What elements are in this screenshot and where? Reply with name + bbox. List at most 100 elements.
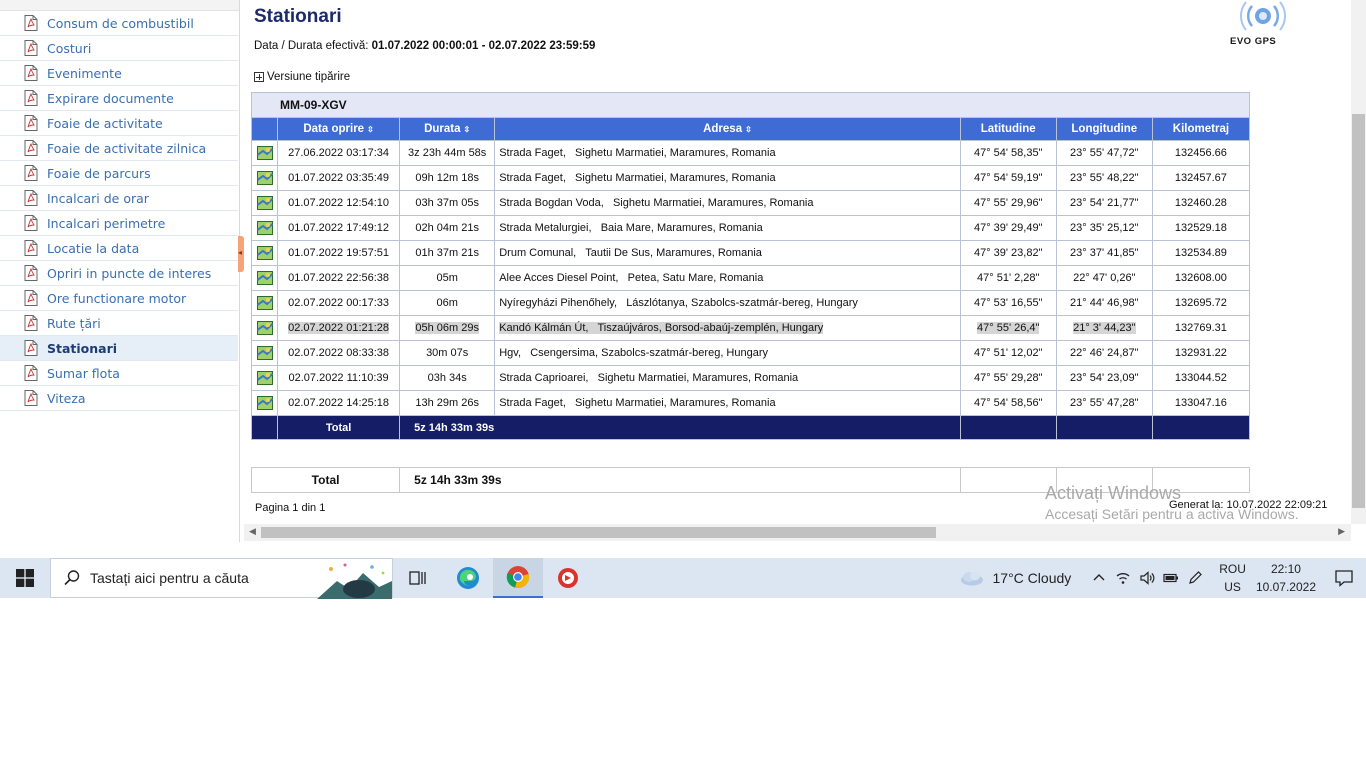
sidebar-item-label: Foaie de activitate [47, 115, 163, 131]
notifications-icon[interactable] [1334, 569, 1354, 587]
wifi-icon[interactable] [1115, 570, 1131, 586]
battery-icon[interactable] [1163, 570, 1179, 586]
sidebar-item[interactable]: Foaie de activitate zilnica [0, 136, 238, 161]
horizontal-scroll-thumb[interactable] [261, 527, 936, 538]
pdf-file-icon [24, 290, 38, 306]
cell-duration: 06m [399, 290, 496, 316]
cell-latitude: 47° 39' 23,82" [959, 240, 1057, 266]
map-icon[interactable] [256, 196, 273, 210]
cell-date: 02.07.2022 08:33:38 [277, 340, 401, 366]
print-version-toggle[interactable]: Versiune tipărire [254, 71, 350, 83]
sidebar-item[interactable]: Incalcari de orar [0, 186, 238, 211]
map-link-cell[interactable] [250, 215, 279, 241]
vehicle-row: MM-09-XGV [251, 92, 1250, 118]
sidebar-item-label: Sumar flota [47, 365, 120, 381]
map-link-cell[interactable] [250, 265, 279, 291]
chevron-left-icon: ◂ [238, 248, 243, 257]
scroll-left-icon[interactable]: ◀ [249, 526, 256, 537]
sidebar-item-label: Expirare documente [47, 90, 174, 106]
header-data-oprire[interactable]: Data oprire ⇳ [277, 117, 401, 141]
taskbar-search[interactable]: Tastați aici pentru a căuta [50, 558, 393, 599]
stationari-table: MM-09-XGV Data oprire ⇳ Durata ⇳ Adresa ⇳ L… [250, 92, 1251, 440]
sidebar-item[interactable]: Rute țări [0, 311, 238, 336]
sort-icon: ⇳ [745, 125, 752, 134]
table-row: 02.07.2022 00:17:33 06m Nyíregyházi Pihenő… [250, 290, 1251, 316]
cell-duration: 13h 29m 26s [399, 390, 496, 416]
sidebar-item[interactable]: Expirare documente [0, 86, 238, 111]
table-row: 01.07.2022 03:35:49 09h 12m 18s Strada Fag… [250, 165, 1251, 191]
horizontal-scrollbar[interactable]: ◀ ▶ [244, 524, 1351, 541]
map-link-cell[interactable] [250, 315, 279, 341]
sidebar-item[interactable]: Foaie de parcurs [0, 161, 238, 186]
cell-latitude: 47° 51' 12,02" [959, 340, 1057, 366]
header-durata[interactable]: Durata ⇳ [399, 117, 496, 141]
task-view-button[interactable] [393, 558, 443, 598]
grand-total-label: Total [250, 467, 401, 493]
chrome-app-button[interactable] [493, 558, 543, 598]
cell-duration: 05h 06m 29s [399, 315, 496, 341]
cell-date: 01.07.2022 03:35:49 [277, 165, 401, 191]
sidebar-item[interactable]: Foaie de activitate [0, 111, 238, 136]
cell-date: 02.07.2022 11:10:39 [277, 365, 401, 391]
map-icon[interactable] [256, 346, 273, 360]
taskbar-clock[interactable]: 22:10 10.07.2022 [1256, 560, 1316, 596]
vertical-scroll-thumb[interactable] [1352, 114, 1365, 508]
cell-duration: 09h 12m 18s [399, 165, 496, 191]
vertical-scrollbar[interactable] [1351, 0, 1366, 524]
sidebar-item[interactable]: Locatie la data [0, 236, 238, 261]
sidebar-item[interactable]: Sumar flota [0, 361, 238, 386]
map-link-cell[interactable] [250, 390, 279, 416]
table-row: 01.07.2022 12:54:10 03h 37m 05s Strada Bog… [250, 190, 1251, 216]
map-icon[interactable] [256, 221, 273, 235]
map-icon[interactable] [256, 171, 273, 185]
map-icon[interactable] [256, 246, 273, 260]
map-link-cell[interactable] [250, 365, 279, 391]
sidebar-item-label: Foaie de activitate zilnica [47, 140, 207, 156]
map-icon[interactable] [256, 321, 273, 335]
sidebar-item[interactable]: Incalcari perimetre [0, 211, 238, 236]
volume-icon[interactable] [1139, 570, 1155, 586]
cell-kilometraj: 133047.16 [1151, 390, 1251, 416]
weather-widget[interactable]: 17°C Cloudy [959, 570, 1071, 586]
map-link-cell[interactable] [250, 340, 279, 366]
sidebar-item[interactable]: Stationari [0, 336, 238, 361]
language-indicator[interactable]: ROU US [1219, 560, 1246, 596]
pdf-file-icon [24, 190, 38, 206]
sidebar-item-label: Incalcari perimetre [47, 215, 166, 231]
start-button[interactable] [0, 558, 50, 598]
remote-app-button[interactable] [543, 558, 593, 598]
sidebar-item[interactable]: Consum de combustibil [0, 11, 238, 36]
cell-latitude: 47° 54' 59,19" [959, 165, 1057, 191]
map-icon[interactable] [256, 296, 273, 310]
cell-latitude: 47° 55' 26,4" [959, 315, 1057, 341]
map-icon[interactable] [256, 271, 273, 285]
cell-longitude: 23° 37' 41,85" [1055, 240, 1153, 266]
total-label: Total [277, 415, 401, 440]
sidebar-item[interactable]: Costuri [0, 36, 238, 61]
map-link-cell[interactable] [250, 140, 279, 166]
remote-app-icon [558, 568, 578, 588]
sidebar-item[interactable]: Ore functionare motor [0, 286, 238, 311]
table-row: 02.07.2022 01:21:28 05h 06m 29s Kandó Kálm… [250, 315, 1251, 341]
map-link-cell[interactable] [250, 190, 279, 216]
scroll-right-icon[interactable]: ▶ [1338, 526, 1345, 537]
map-link-cell[interactable] [250, 240, 279, 266]
pdf-file-icon [24, 340, 38, 356]
header-adresa[interactable]: Adresa ⇳ [494, 117, 961, 141]
edge-app-button[interactable] [443, 558, 493, 598]
sidebar-item[interactable]: Opriri in puncte de interes [0, 261, 238, 286]
map-icon[interactable] [256, 371, 273, 385]
cloud-icon [960, 571, 983, 586]
sidebar-item-label: Foaie de parcurs [47, 165, 151, 181]
pen-icon[interactable] [1187, 570, 1203, 586]
chevron-up-icon[interactable] [1091, 570, 1107, 586]
sidebar-item[interactable]: Viteza [0, 386, 238, 411]
clock-date: 10.07.2022 [1255, 580, 1316, 594]
map-icon[interactable] [256, 146, 273, 160]
map-icon[interactable] [256, 396, 273, 410]
map-link-cell[interactable] [250, 290, 279, 316]
table-row: 02.07.2022 14:25:18 13h 29m 26s Strada Fag… [250, 390, 1251, 416]
sidebar-item-label: Ore functionare motor [47, 290, 187, 306]
sidebar-item[interactable]: Evenimente [0, 61, 238, 86]
map-link-cell[interactable] [250, 165, 279, 191]
